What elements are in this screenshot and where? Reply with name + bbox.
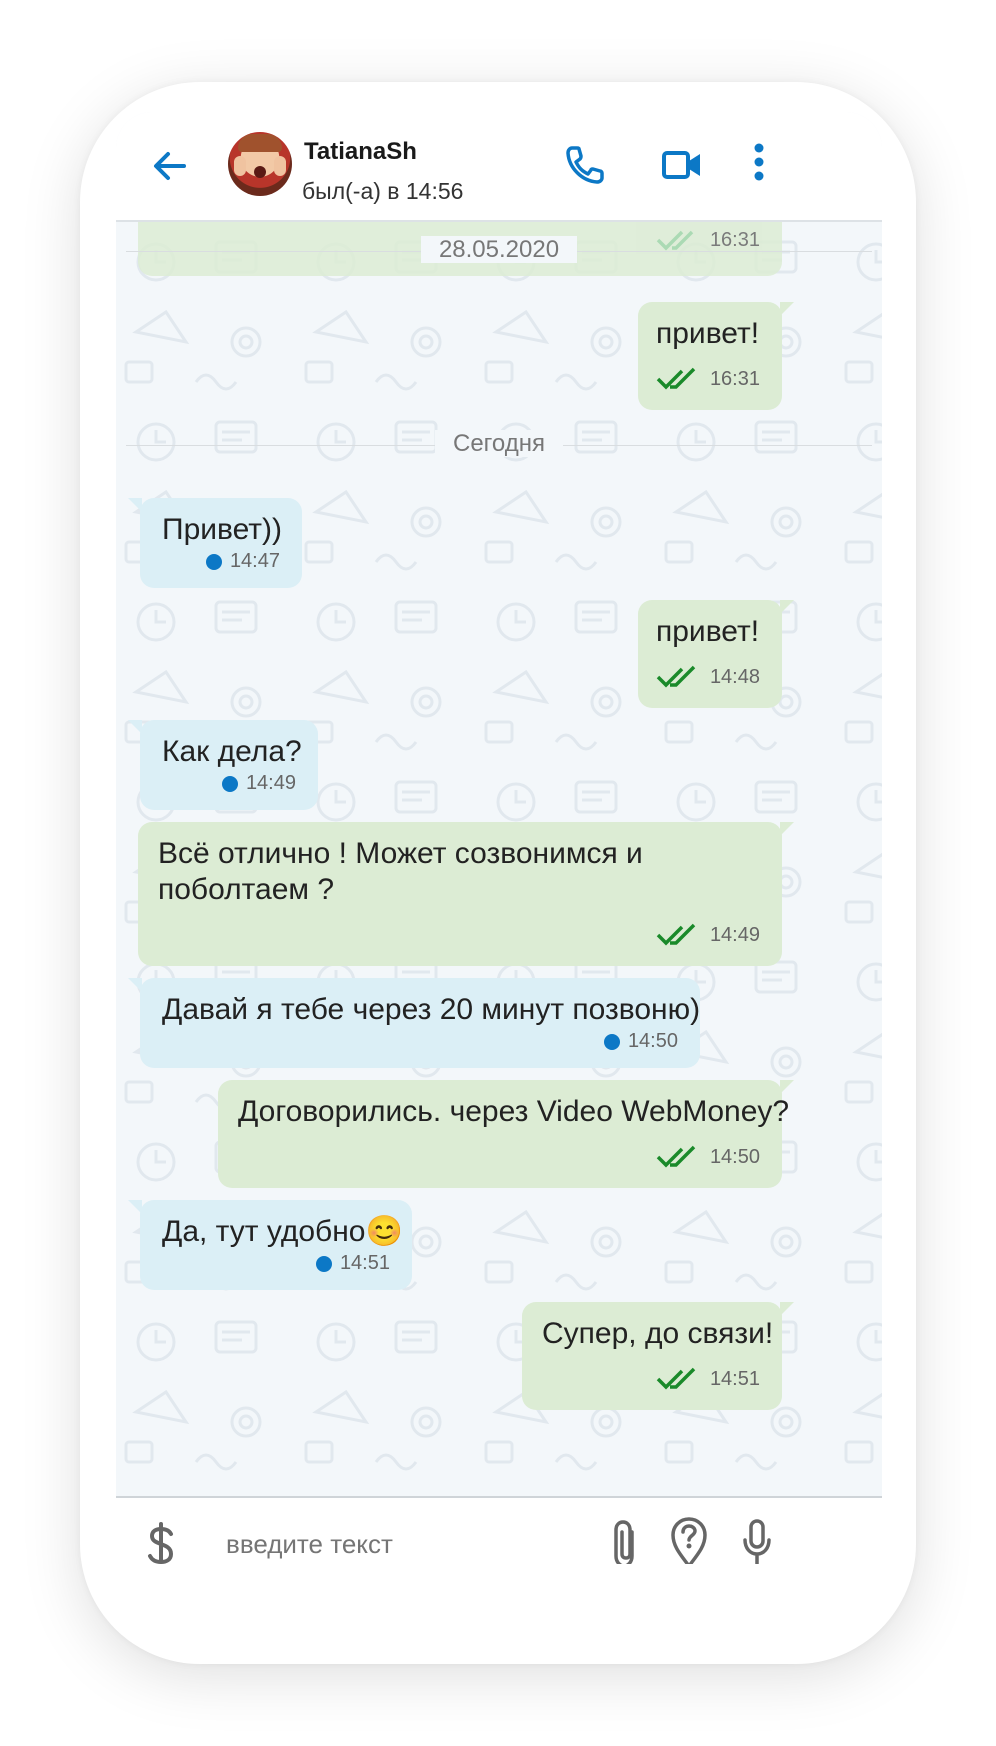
double-check-icon <box>656 1367 696 1390</box>
message-text: Давай я тебе через 20 минут позвоню) <box>162 993 701 1026</box>
unread-dot-icon <box>221 775 238 792</box>
message-time: 14:50 <box>709 1145 760 1168</box>
double-check-icon <box>656 665 696 688</box>
double-check-icon <box>656 367 696 390</box>
message-time: 14:51 <box>709 1367 760 1390</box>
message-bubble-outgoing[interactable]: Договорились. через Video WebMoney? 14:5… <box>218 1080 794 1188</box>
avatar[interactable] <box>228 132 292 196</box>
message-meta: 14:49 <box>656 922 760 948</box>
double-check-icon <box>656 923 696 946</box>
message-bubble-outgoing[interactable]: Всё отлично ! Может созвонимся и поболта… <box>138 822 794 966</box>
message-text: Как дела? <box>162 735 302 768</box>
message-bubble-outgoing[interactable]: привет! 14:48 <box>638 600 794 708</box>
unread-dot-icon <box>315 1255 332 1272</box>
message-meta: 14:50 <box>603 1030 678 1053</box>
unread-dot-icon <box>603 1033 620 1050</box>
date-separator: 28.05.2020 <box>126 236 872 266</box>
message-meta: 14:47 <box>205 550 280 573</box>
last-seen-status: был(-а) в 14:56 <box>302 178 464 204</box>
message-text: Договорились. через Video WebMoney? <box>238 1095 790 1128</box>
message-text: привет! <box>656 317 760 350</box>
unread-dot-icon <box>205 553 222 570</box>
chat-header: TatianaSh был(-а) в 14:56 <box>116 112 882 222</box>
today-label: Сегодня <box>435 430 563 457</box>
double-check-icon <box>656 1145 696 1168</box>
more-vertical-icon[interactable] <box>752 142 766 182</box>
message-text: привет! <box>656 615 760 648</box>
chat-screen: TatianaSh был(-а) в 14:56 16:31 28.05.20… <box>116 112 882 1564</box>
message-time: 14:49 <box>709 923 760 946</box>
contact-name[interactable]: TatianaSh <box>304 138 417 166</box>
message-bubble-incoming[interactable]: Давай я тебе через 20 минут позвоню) 14:… <box>128 978 701 1068</box>
back-arrow-icon[interactable] <box>150 146 190 186</box>
message-bubble-incoming[interactable]: Да, тут удобно😊 14:51 <box>128 1200 412 1290</box>
dollar-icon[interactable] <box>146 1522 176 1564</box>
message-text: Да, тут удобно😊 <box>162 1215 403 1248</box>
message-meta: 14:50 <box>656 1144 760 1170</box>
message-text-line1: Всё отлично ! Может созвонимся и <box>158 837 643 870</box>
microphone-icon[interactable] <box>742 1518 772 1564</box>
message-composer <box>116 1496 882 1564</box>
message-time: 14:50 <box>627 1030 678 1052</box>
today-separator: Сегодня <box>126 430 872 460</box>
location-question-icon[interactable] <box>670 1516 708 1564</box>
message-time: 14:51 <box>339 1252 390 1274</box>
message-time: 16:31 <box>709 367 760 390</box>
video-camera-icon[interactable] <box>662 150 702 180</box>
message-meta: 14:51 <box>656 1366 760 1392</box>
message-bubble-incoming[interactable]: Привет)) 14:47 <box>128 498 302 588</box>
message-meta: 14:48 <box>656 664 760 690</box>
message-time: 14:47 <box>229 550 280 572</box>
message-bubble-outgoing[interactable]: Супер, до связи! 14:51 <box>522 1302 794 1410</box>
message-text: Супер, до связи! <box>542 1317 774 1350</box>
message-bubble-outgoing[interactable]: привет! 16:31 <box>638 302 794 410</box>
message-text: Привет)) <box>162 513 283 546</box>
message-text-line2: поболтаем ? <box>158 873 335 906</box>
message-meta: 16:31 <box>656 366 760 392</box>
paperclip-icon[interactable] <box>612 1518 640 1564</box>
phone-icon[interactable] <box>564 144 606 186</box>
message-time: 14:49 <box>245 772 296 794</box>
message-list[interactable]: 16:31 28.05.2020 привет! 16:31 Сегодня П… <box>116 222 882 1552</box>
message-meta: 14:51 <box>315 1252 390 1275</box>
message-meta: 14:49 <box>221 772 296 795</box>
date-label: 28.05.2020 <box>420 236 578 263</box>
message-bubble-incoming[interactable]: Как дела? 14:49 <box>128 720 318 810</box>
message-time: 14:48 <box>709 665 760 688</box>
message-input[interactable] <box>224 1528 608 1561</box>
